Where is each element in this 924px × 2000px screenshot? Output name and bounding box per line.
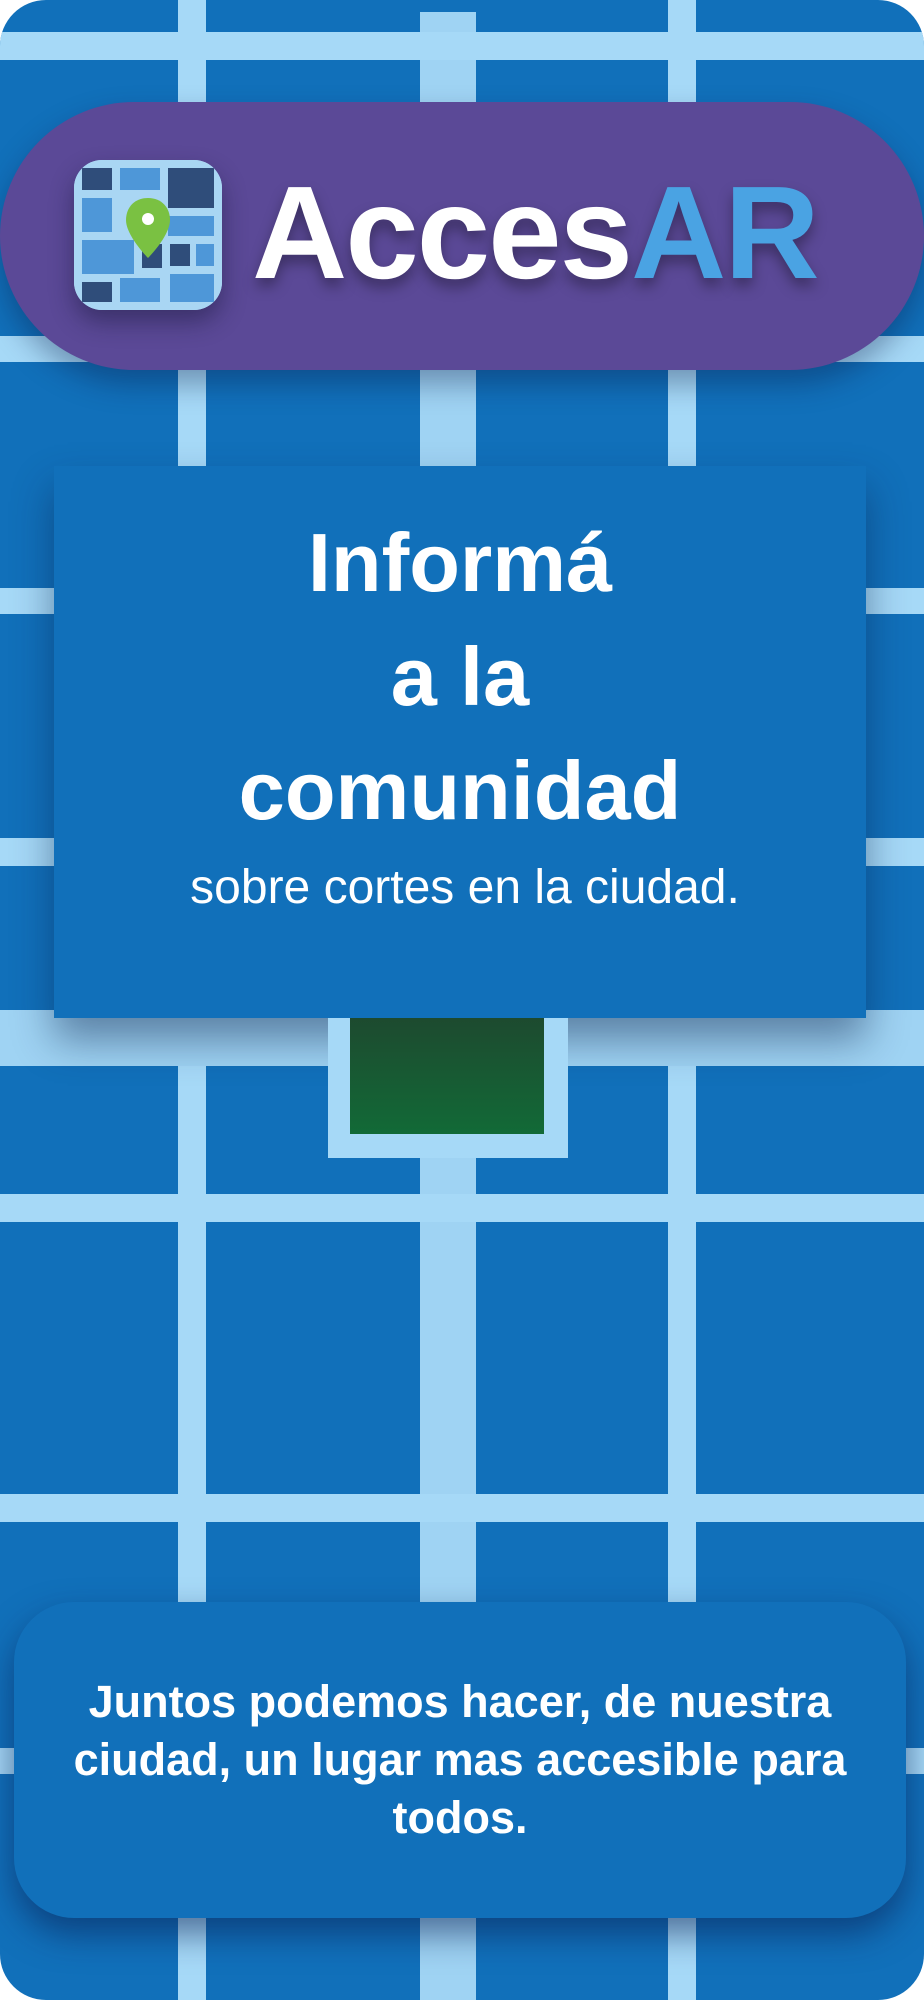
- subheadline: sobre cortes en la ciudad.: [190, 861, 740, 914]
- map-road: [420, 1918, 476, 2000]
- map-marker-block: [350, 1018, 544, 1134]
- app-header: AccesAR: [0, 102, 924, 370]
- message-card: Juntos podemos hacer, de nuestra ciudad,…: [14, 1602, 906, 1918]
- app-logo-text: AccesAR: [252, 148, 820, 318]
- headline: Informá a la comunidad: [54, 506, 866, 848]
- headline-line: comunidad: [238, 744, 682, 837]
- map-road: [0, 1194, 924, 1222]
- app-logo: [74, 160, 222, 310]
- map-pin-icon: [74, 160, 222, 310]
- footer-message: Juntos podemos hacer, de nuestra ciudad,…: [73, 1676, 847, 1843]
- logo-text-acces: Acces: [252, 159, 633, 306]
- map-road: [0, 32, 924, 60]
- logo-text-ar: AR: [630, 159, 820, 306]
- map-road: [0, 1494, 924, 1522]
- map-road: [668, 1918, 696, 2000]
- headline-line: Informá: [307, 516, 613, 609]
- map-road: [178, 1918, 206, 2000]
- info-card: Informá a la comunidad sobre cortes en l…: [54, 466, 866, 1018]
- app-screen: AccesAR Informá a la comunidad sobre cor…: [0, 0, 924, 2000]
- headline-line: a la: [390, 630, 530, 723]
